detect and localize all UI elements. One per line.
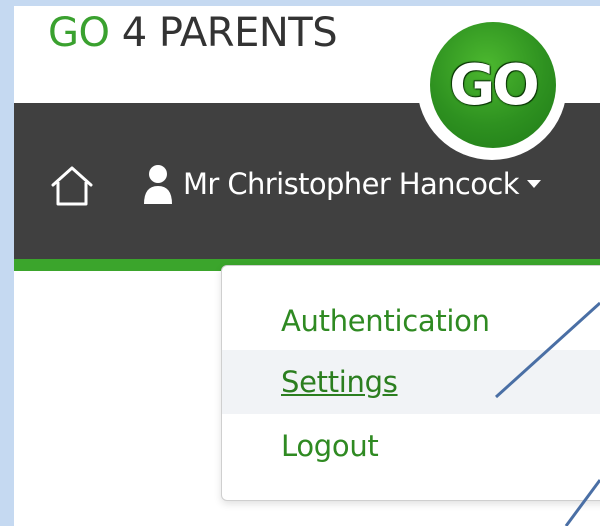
annotation-arrow-settings bbox=[494, 301, 600, 399]
annotation-arrow-lower bbox=[564, 479, 600, 526]
annotation-arrows bbox=[494, 301, 600, 526]
